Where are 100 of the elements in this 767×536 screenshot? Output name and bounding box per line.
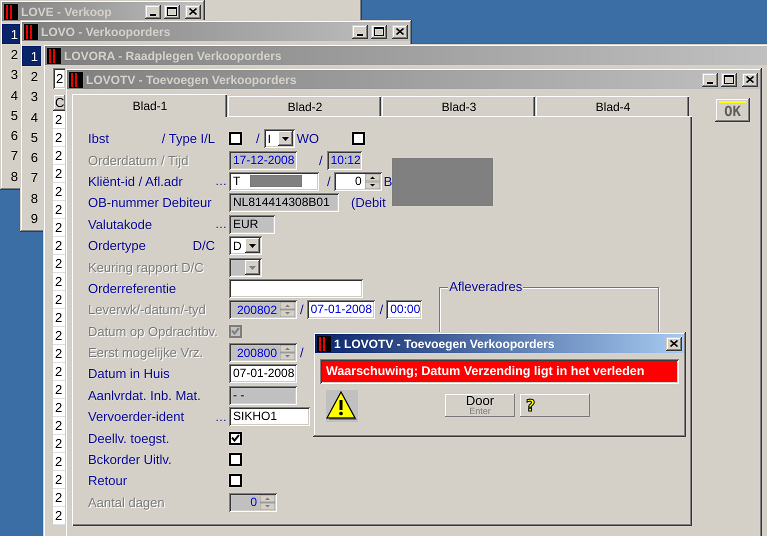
table-cell: 2 bbox=[53, 165, 66, 183]
table-cell: 2 bbox=[53, 237, 66, 255]
tab[interactable]: Blad-3 bbox=[382, 96, 535, 116]
field-label: / bbox=[319, 152, 323, 168]
table-cell: 2 bbox=[53, 453, 66, 471]
input-field[interactable]: T bbox=[229, 172, 319, 191]
table-cell: 2 bbox=[53, 273, 66, 291]
list-item[interactable]: 1 bbox=[2, 24, 21, 44]
ok-button[interactable]: OK bbox=[715, 98, 750, 122]
checkbox[interactable] bbox=[229, 132, 242, 146]
input-field[interactable]: - - bbox=[229, 386, 297, 405]
list-item[interactable]: 8 bbox=[2, 166, 21, 186]
list-item[interactable]: 5 bbox=[2, 105, 21, 126]
window-title: LOVOTV - Toevoegen Verkooporders bbox=[86, 72, 296, 86]
checkbox[interactable] bbox=[229, 474, 242, 488]
field-label: Datum in Huis bbox=[88, 366, 170, 382]
list-item[interactable]: 7 bbox=[2, 146, 21, 166]
window-title: 1 LOVOTV - Toevoegen Verkooporders bbox=[334, 336, 554, 350]
close-icon bbox=[396, 28, 404, 35]
field-label: Aanlvrdat. Inb. Mat. bbox=[88, 388, 201, 403]
checkbox[interactable] bbox=[352, 132, 366, 146]
caret-icon bbox=[278, 131, 293, 146]
app-icon bbox=[69, 72, 83, 88]
field-label: Valutakode bbox=[88, 216, 152, 232]
minimize-button[interactable] bbox=[145, 4, 161, 18]
close-button[interactable] bbox=[666, 336, 682, 350]
list-item[interactable]: 6 bbox=[22, 147, 41, 168]
lookup-dots[interactable]: … bbox=[215, 410, 227, 424]
list-item[interactable]: 5 bbox=[22, 127, 41, 148]
list-item[interactable]: 9 bbox=[22, 208, 41, 229]
list-item[interactable]: 3 bbox=[2, 64, 21, 85]
column-header[interactable]: C bbox=[53, 94, 66, 111]
close-icon bbox=[746, 76, 754, 83]
table-cell: 2 bbox=[53, 147, 66, 165]
list-item[interactable]: 8 bbox=[22, 188, 41, 208]
checkbox[interactable] bbox=[229, 432, 242, 445]
spin-arrows-icon bbox=[364, 174, 380, 189]
field-label: / bbox=[300, 345, 304, 360]
table-cell: 2 bbox=[53, 345, 66, 363]
window-title: LOVORA - Raadplegen Verkooporders bbox=[64, 48, 282, 62]
minimize-icon bbox=[357, 34, 363, 36]
field-label: Orderreferentie bbox=[88, 280, 176, 296]
field-label: Ordertype bbox=[88, 238, 146, 254]
list-item[interactable]: 4 bbox=[22, 106, 41, 128]
tab[interactable]: Blad-2 bbox=[228, 96, 381, 116]
close-button[interactable] bbox=[392, 24, 408, 38]
table-cell: 2 bbox=[53, 399, 66, 417]
caret-icon bbox=[245, 260, 260, 275]
list-item[interactable]: 3 bbox=[22, 86, 41, 107]
tab[interactable]: Blad-4 bbox=[536, 96, 689, 116]
field-label: B bbox=[384, 174, 392, 189]
field-label: / bbox=[256, 131, 260, 146]
checkbox[interactable] bbox=[229, 453, 242, 466]
input-field[interactable] bbox=[229, 278, 363, 298]
table-cell: 2 bbox=[53, 435, 66, 453]
app-icon bbox=[47, 48, 61, 64]
input-field[interactable]: NL814414308B01 bbox=[229, 193, 339, 212]
combo-box[interactable]: I bbox=[264, 129, 295, 148]
app-icon bbox=[317, 336, 331, 352]
list-item[interactable]: 6 bbox=[2, 125, 21, 146]
input-field[interactable]: 07-01-2008 bbox=[229, 364, 297, 384]
table-cell: 2 bbox=[53, 363, 66, 381]
close-button[interactable] bbox=[742, 72, 758, 86]
warning-message: Waarschuwing; Datum Verzending ligt in het verleden bbox=[320, 359, 679, 384]
door-button[interactable]: Door Enter bbox=[445, 394, 515, 417]
close-button[interactable] bbox=[185, 4, 201, 18]
field-label: / bbox=[380, 302, 384, 318]
table-cell: 2 bbox=[53, 255, 66, 273]
maximize-button[interactable] bbox=[164, 4, 180, 18]
tab[interactable]: Blad-1 bbox=[72, 94, 227, 117]
field-label: Eerst mogelijke Vrz. bbox=[88, 345, 204, 360]
combo-box[interactable] bbox=[229, 258, 262, 277]
lookup-dots[interactable]: … bbox=[215, 174, 227, 188]
spin-box[interactable]: 0 bbox=[334, 172, 382, 191]
table-cell: 2 bbox=[53, 417, 66, 435]
field-label: Leverwk/-datum/-tyd bbox=[88, 302, 206, 318]
list-item[interactable]: 4 bbox=[2, 84, 21, 106]
maximize-button[interactable] bbox=[371, 24, 387, 38]
check-icon bbox=[231, 434, 240, 442]
window-title: LOVE - Verkoop bbox=[21, 4, 112, 18]
field-label: (Debit bbox=[351, 195, 386, 210]
field-label: Vervoerder-ident bbox=[88, 409, 184, 424]
input-field[interactable]: 2 bbox=[53, 68, 66, 89]
input-field[interactable]: EUR bbox=[229, 214, 275, 234]
list-item[interactable]: 1 bbox=[22, 46, 41, 66]
list-item[interactable]: 7 bbox=[22, 168, 41, 188]
table-cell: 2 bbox=[53, 471, 66, 489]
field-label: / Type I/L bbox=[162, 131, 215, 146]
app-icon bbox=[24, 24, 38, 40]
minimize-button[interactable] bbox=[352, 24, 368, 38]
table-cell: 2 bbox=[53, 291, 66, 309]
list-item[interactable]: 2 bbox=[22, 66, 41, 87]
table-cell: 2 bbox=[53, 111, 66, 129]
maximize-button[interactable] bbox=[721, 72, 737, 86]
input-field[interactable]: SIKHO1 bbox=[229, 407, 310, 426]
list-item[interactable]: 2 bbox=[2, 44, 21, 65]
minimize-button[interactable] bbox=[702, 72, 718, 86]
combo-box[interactable]: D bbox=[229, 236, 262, 256]
field-label: Orderdatum / Tijd bbox=[88, 152, 188, 168]
lookup-dots[interactable]: … bbox=[215, 217, 227, 232]
